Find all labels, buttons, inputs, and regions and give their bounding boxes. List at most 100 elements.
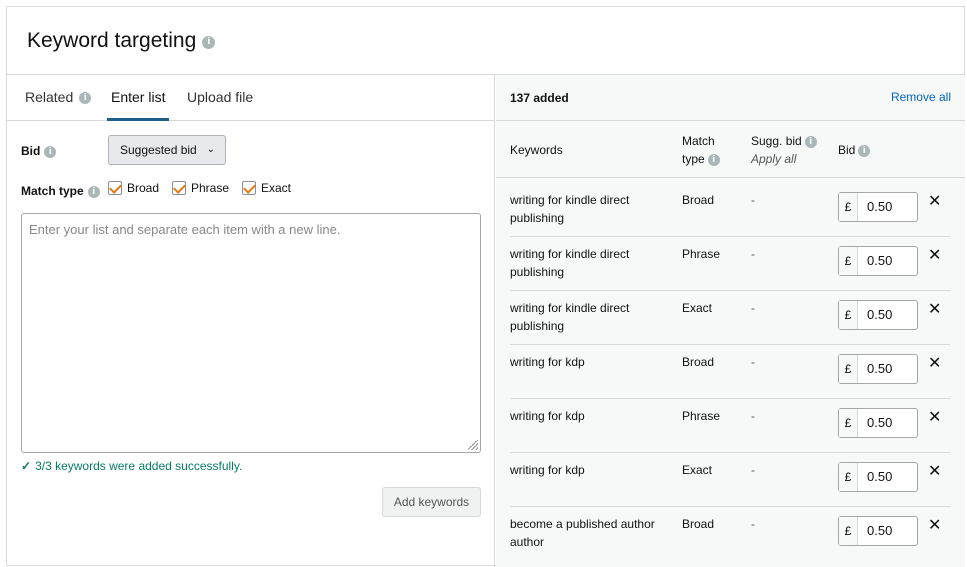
success-message: ✓ 3/3 keywords were added successfully. — [21, 459, 242, 473]
bid-value: 0.50 — [867, 361, 893, 376]
success-message-text: 3/3 keywords were added successfully. — [35, 459, 243, 473]
close-icon[interactable]: ✕ — [928, 192, 941, 210]
column-keywords: Keywords — [510, 141, 563, 159]
close-icon[interactable]: ✕ — [928, 462, 941, 480]
row-match-type: Phrase — [682, 409, 721, 423]
table-row: writing for kdp Broad - £ 0.50 ✕ — [510, 345, 950, 399]
column-sugg-bid: Sugg. bid i Apply all — [751, 132, 817, 168]
chevron-down-icon: ⌄ — [206, 144, 215, 155]
row-sugg-bid: - — [751, 301, 755, 315]
apply-all-link[interactable]: Apply all — [751, 150, 817, 168]
info-icon[interactable]: i — [804, 135, 817, 148]
bid-input[interactable]: £ 0.50 — [838, 462, 918, 492]
row-sugg-bid: - — [751, 517, 755, 531]
info-icon[interactable]: i — [87, 185, 100, 198]
row-keyword: writing for kindle direct publishing — [510, 247, 630, 279]
table-header: Keywords Match type i Sugg. bid i Apply al… — [496, 122, 965, 178]
bid-input[interactable]: £ 0.50 — [838, 354, 918, 384]
column-match-type-line1: Match — [682, 134, 715, 148]
bid-value: 0.50 — [867, 415, 893, 430]
phrase-checkbox[interactable]: Phrase — [172, 180, 229, 196]
suggested-bid-dropdown[interactable]: Suggested bid ⌄ — [108, 135, 226, 165]
add-keywords-button[interactable]: Add keywords — [382, 487, 481, 517]
resize-handle-icon[interactable] — [468, 440, 478, 450]
currency-symbol: £ — [839, 517, 858, 545]
match-type-label-text: Match type — [21, 184, 84, 198]
row-match-type: Broad — [682, 193, 715, 207]
row-sugg-bid: - — [751, 409, 755, 423]
info-icon[interactable]: i — [707, 153, 720, 166]
checkbox-checked-icon[interactable] — [242, 180, 256, 195]
card-header: Keyword targeting i — [7, 7, 964, 75]
tab-upload-file-label: Upload file — [187, 89, 254, 105]
bid-label: Bid i — [21, 144, 57, 158]
table-row: writing for kindle direct publishing Exa… — [510, 291, 950, 345]
keyword-list-textarea[interactable]: Enter your list and separate each item w… — [21, 213, 481, 453]
row-sugg-bid: - — [751, 247, 755, 261]
close-icon[interactable]: ✕ — [928, 246, 941, 264]
bid-input[interactable]: £ 0.50 — [838, 516, 918, 546]
added-header: 137 added Remove all — [496, 75, 965, 121]
bid-input[interactable]: £ 0.50 — [838, 246, 918, 276]
checkmark-icon: ✓ — [21, 459, 32, 473]
bid-value: 0.50 — [867, 253, 893, 268]
currency-symbol: £ — [839, 301, 858, 329]
row-keyword: become a published author author — [510, 517, 655, 549]
column-bid: Bid i — [838, 141, 871, 159]
checkbox-checked-icon[interactable] — [108, 180, 122, 195]
tab-related-label: Related — [25, 89, 74, 105]
bid-input[interactable]: £ 0.50 — [838, 192, 918, 222]
row-match-type: Phrase — [682, 247, 721, 261]
tab-bar: Related i Enter list Upload file — [7, 75, 494, 121]
keyword-targeting-card: Keyword targeting i Related i Enter list U… — [6, 6, 965, 567]
column-match-type-line2: type — [682, 152, 705, 166]
column-sugg-bid-label: Sugg. bid — [751, 134, 802, 148]
currency-symbol: £ — [839, 247, 858, 275]
page-title: Keyword targeting i — [27, 29, 216, 53]
tab-enter-list[interactable]: Enter list — [107, 75, 170, 121]
bid-label-text: Bid — [21, 144, 41, 158]
info-icon[interactable]: i — [202, 35, 216, 49]
row-match-type: Broad — [682, 517, 715, 531]
left-pane: Related i Enter list Upload file Bid i Sug… — [7, 75, 495, 567]
row-keyword: writing for kindle direct publishing — [510, 193, 630, 225]
row-match-type: Exact — [682, 301, 713, 315]
tab-related[interactable]: Related i — [25, 75, 92, 121]
bid-input[interactable]: £ 0.50 — [838, 300, 918, 330]
close-icon[interactable]: ✕ — [928, 408, 941, 426]
bid-value: 0.50 — [867, 199, 893, 214]
remove-all-link[interactable]: Remove all — [891, 90, 951, 104]
suggested-bid-label: Suggested bid — [120, 143, 197, 157]
bid-input[interactable]: £ 0.50 — [838, 408, 918, 438]
bid-value: 0.50 — [867, 307, 893, 322]
row-sugg-bid: - — [751, 463, 755, 477]
exact-checkbox[interactable]: Exact — [242, 180, 291, 196]
table-row: writing for kdp Phrase - £ 0.50 ✕ — [510, 399, 950, 453]
row-match-type: Broad — [682, 355, 715, 369]
column-match-type: Match type i — [682, 132, 720, 168]
row-sugg-bid: - — [751, 193, 755, 207]
column-keywords-label: Keywords — [510, 143, 563, 157]
textarea-placeholder: Enter your list and separate each item w… — [29, 222, 341, 237]
table-row: writing for kdp Exact - £ 0.50 ✕ — [510, 453, 950, 507]
broad-checkbox[interactable]: Broad — [108, 180, 159, 196]
table-row: writing for kindle direct publishing Phr… — [510, 237, 950, 291]
row-sugg-bid: - — [751, 355, 755, 369]
checkbox-checked-icon[interactable] — [172, 180, 186, 195]
info-icon[interactable]: i — [79, 92, 92, 105]
info-icon[interactable]: i — [44, 145, 57, 158]
match-type-label: Match type i — [21, 184, 100, 198]
info-icon[interactable]: i — [858, 144, 871, 157]
currency-symbol: £ — [839, 193, 858, 221]
row-keyword: writing for kdp — [510, 409, 585, 423]
currency-symbol: £ — [839, 355, 858, 383]
currency-symbol: £ — [839, 463, 858, 491]
close-icon[interactable]: ✕ — [928, 516, 941, 534]
close-icon[interactable]: ✕ — [928, 354, 941, 372]
row-keyword: writing for kdp — [510, 355, 585, 369]
row-keyword: writing for kindle direct publishing — [510, 301, 630, 333]
row-match-type: Exact — [682, 463, 713, 477]
close-icon[interactable]: ✕ — [928, 300, 941, 318]
tab-upload-file[interactable]: Upload file — [187, 75, 253, 121]
row-keyword: writing for kdp — [510, 463, 585, 477]
